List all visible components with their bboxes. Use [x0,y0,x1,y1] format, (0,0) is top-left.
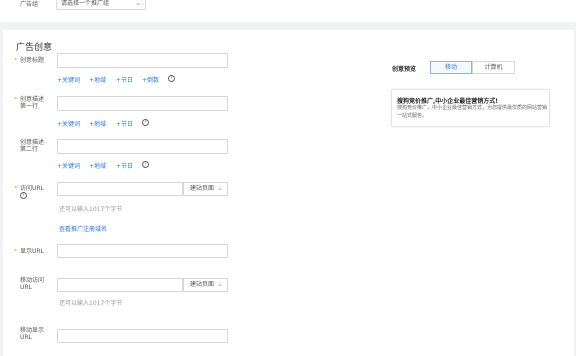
insert-links-desc2: +关键词 +地域 +节日 ? [57,161,157,170]
preview-tab-mobile[interactable]: 移动 [430,61,472,74]
url-site-page-label: 建站页面 [190,185,215,192]
required-marker: * [14,57,17,64]
mobile-display-label: 移动显示 URL [20,327,44,341]
mobile-url-input[interactable] [57,278,183,292]
mobile-url-site-page-label: 建站页面 [190,281,215,288]
insert-region-link[interactable]: +地域 [89,75,106,84]
display-url-input[interactable] [57,244,228,258]
chevron-down-icon: ⌄ [217,280,223,288]
mobile-display-label-line2: URL [20,334,32,341]
chevron-down-icon: ⌄ [217,184,223,192]
mobile-url-label-line2: URL [20,284,32,291]
ad-group-select-value: 请选择一个推广组 [61,0,110,7]
desc2-label: 创意描述 第二行 [20,139,44,153]
ad-group-select[interactable]: 请选择一个推广组 ⌄ [56,0,146,10]
insert-links-desc1: +关键词 +地域 +节日 ? [57,119,157,128]
insert-countdown-link[interactable]: +倒数 [142,75,159,84]
desc1-label-line1: 创意描述 [20,96,45,103]
question-circle-icon[interactable]: ? [20,192,27,199]
insert-holiday-link[interactable]: +节日 [116,161,133,170]
insert-holiday-link[interactable]: +节日 [116,75,133,84]
required-marker: * [14,248,17,255]
required-marker: * [14,96,17,103]
insert-keyword-link[interactable]: +关键词 [57,119,80,128]
url-label-text: 访问URL [20,185,44,192]
mobile-url-label: 移动访问 URL [20,277,44,291]
url-label: 访问URL ? [20,185,44,199]
ad-group-label: 广告组 [20,1,39,8]
desc2-label-line1: 创意描述 [20,139,45,146]
mobile-display-label-line1: 移动显示 [20,327,45,334]
insert-keyword-link[interactable]: +关键词 [57,75,80,84]
insert-holiday-link[interactable]: +节日 [116,119,133,128]
mobile-url-site-page-select[interactable]: 建站页面 ⌄ [183,278,228,292]
preview-card: 搜狗竞价推广,中小企业最佳营销方式! 搜狗竞价推广，中小企业最佳营销方式，为您提… [391,89,550,127]
mobile-char-limit-hint: 还可以输入1017个字节 [59,300,123,307]
desc2-input[interactable] [57,139,228,154]
desc1-input[interactable] [57,96,228,111]
url-input[interactable] [57,182,183,196]
question-circle-icon[interactable]: ? [142,161,149,168]
mobile-url-label-line1: 移动访问 [20,277,45,284]
insert-links-title: +关键词 +地域 +节日 +倒数 ? [57,75,187,84]
insert-region-link[interactable]: +地域 [89,161,106,170]
mobile-display-url-input[interactable] [57,329,228,343]
question-circle-icon[interactable]: ? [142,119,149,126]
question-circle-icon[interactable]: ? [168,75,175,82]
preview-ad-desc: 搜狗竞价推广，中小企业最佳营销方式，为您提供最优质的网站营销一站式服务。 [397,105,548,119]
chevron-down-icon: ⌄ [135,0,141,7]
desc2-label-line2: 第二行 [20,146,39,153]
register-domain-link[interactable]: 查看推广注册域名 [59,224,107,233]
insert-keyword-link[interactable]: +关键词 [57,161,80,170]
title-input[interactable] [57,53,228,68]
desc1-label: 创意描述 第一行 [20,96,44,110]
preview-tab-computer[interactable]: 计算机 [472,61,515,74]
char-limit-hint: 还可以输入1017个字节 [59,206,123,213]
section-title: 广告创意 [16,43,53,53]
insert-region-link[interactable]: +地域 [89,119,106,128]
display-url-label: 显示URL [20,248,44,255]
preview-label: 创意预览 [392,66,417,73]
title-label: 创意标题 [20,57,45,64]
required-marker: * [14,185,17,192]
url-site-page-select[interactable]: 建站页面 ⌄ [183,182,228,196]
desc1-label-line2: 第一行 [20,103,39,110]
